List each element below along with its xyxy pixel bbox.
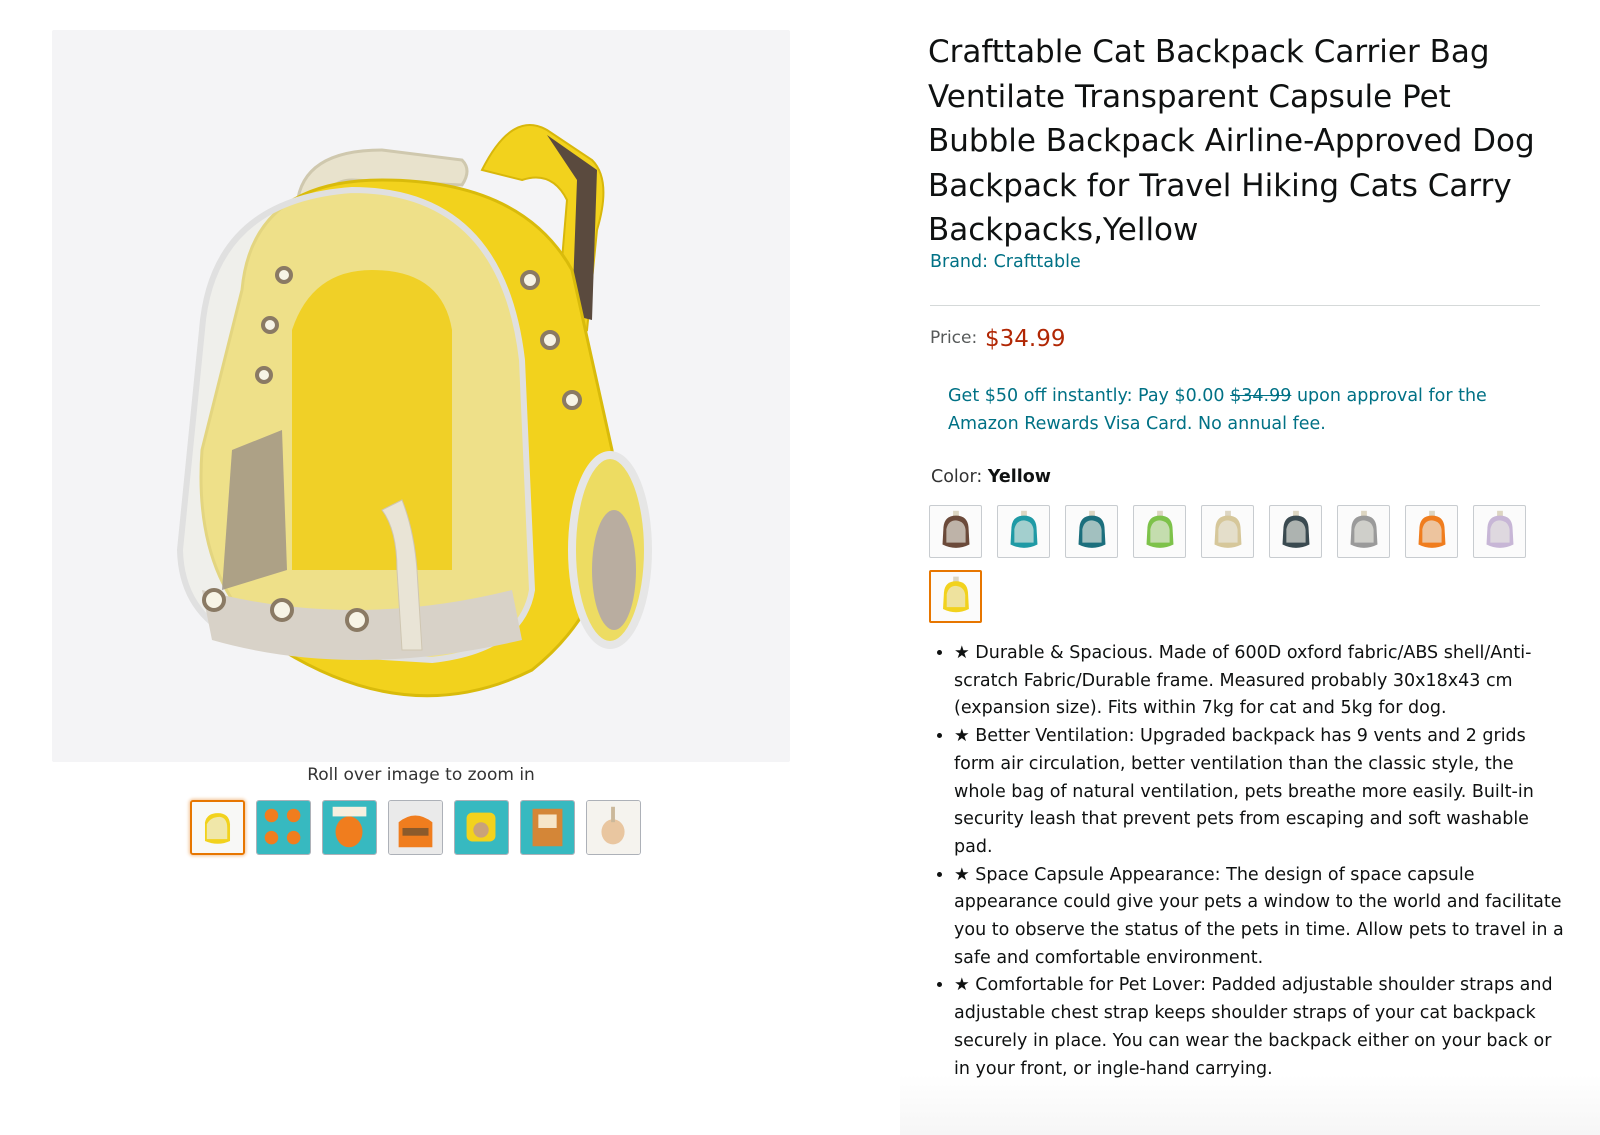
- dark-teal-swatch[interactable]: [1065, 505, 1118, 558]
- zoom-hint-text: Roll over image to zoom in: [307, 765, 535, 785]
- backpack-icon: [1078, 510, 1106, 548]
- thumbnail-3[interactable]: [322, 800, 377, 855]
- thumbnail-7[interactable]: [586, 800, 641, 855]
- backpack-icon: [1214, 510, 1242, 548]
- backpack-icon: [1282, 510, 1310, 548]
- color-selection-label: Color: Yellow: [931, 467, 1051, 487]
- backpack-illustration: [176, 124, 652, 698]
- backpack-icon: [942, 510, 970, 548]
- thumbnail-strip: [190, 800, 641, 855]
- thumbnail-4[interactable]: [388, 800, 443, 855]
- section-divider: [930, 305, 1540, 306]
- feature-bullet: ★ Comfortable for Pet Lover: Padded adju…: [954, 972, 1569, 1083]
- color-label: Color:: [931, 467, 988, 487]
- main-product-image[interactable]: [52, 30, 790, 762]
- price-label: Price:: [930, 328, 978, 348]
- green-swatch[interactable]: [1133, 505, 1186, 558]
- beige-swatch[interactable]: [1201, 505, 1254, 558]
- thumbnail-1[interactable]: [190, 800, 245, 855]
- grey-swatch[interactable]: [1337, 505, 1390, 558]
- thumbnail-5[interactable]: [454, 800, 509, 855]
- thumbnail-6[interactable]: [520, 800, 575, 855]
- feature-bullet: ★ Space Capsule Appearance: The design o…: [954, 862, 1569, 973]
- backpack-icon: [1486, 510, 1514, 548]
- color-swatch-grid: [929, 505, 1539, 623]
- selected-color-name: Yellow: [987, 467, 1051, 487]
- feature-bullet: ★ Durable & Spacious. Made of 600D oxfor…: [954, 640, 1569, 723]
- rewards-card-promo[interactable]: Get $50 off instantly: Pay $0.00 $34.99 …: [948, 382, 1518, 438]
- backpack-icon: [1146, 510, 1174, 548]
- backpack-icon: [1350, 510, 1378, 548]
- yellow-swatch[interactable]: [929, 570, 982, 623]
- thumbnail-2[interactable]: [256, 800, 311, 855]
- black-swatch[interactable]: [1269, 505, 1322, 558]
- orange-swatch[interactable]: [1405, 505, 1458, 558]
- teal-swatch[interactable]: [997, 505, 1050, 558]
- bottom-fade: [900, 1075, 1600, 1135]
- lavender-swatch[interactable]: [1473, 505, 1526, 558]
- promo-text-before: Get $50 off instantly: Pay $0.00: [948, 386, 1231, 406]
- feature-bullet-list: ★ Durable & Spacious. Made of 600D oxfor…: [930, 640, 1569, 1083]
- brown-swatch[interactable]: [929, 505, 982, 558]
- product-title: Crafttable Cat Backpack Carrier Bag Vent…: [928, 34, 1535, 248]
- price-value: $34.99: [985, 326, 1066, 352]
- promo-struck-price: $34.99: [1230, 386, 1292, 406]
- backpack-icon: [1418, 510, 1446, 548]
- backpack-icon: [1010, 510, 1038, 548]
- feature-bullet: ★ Better Ventilation: Upgraded backpack …: [954, 723, 1569, 862]
- backpack-icon: [943, 576, 969, 613]
- brand-link[interactable]: Brand: Crafttable: [930, 252, 1081, 272]
